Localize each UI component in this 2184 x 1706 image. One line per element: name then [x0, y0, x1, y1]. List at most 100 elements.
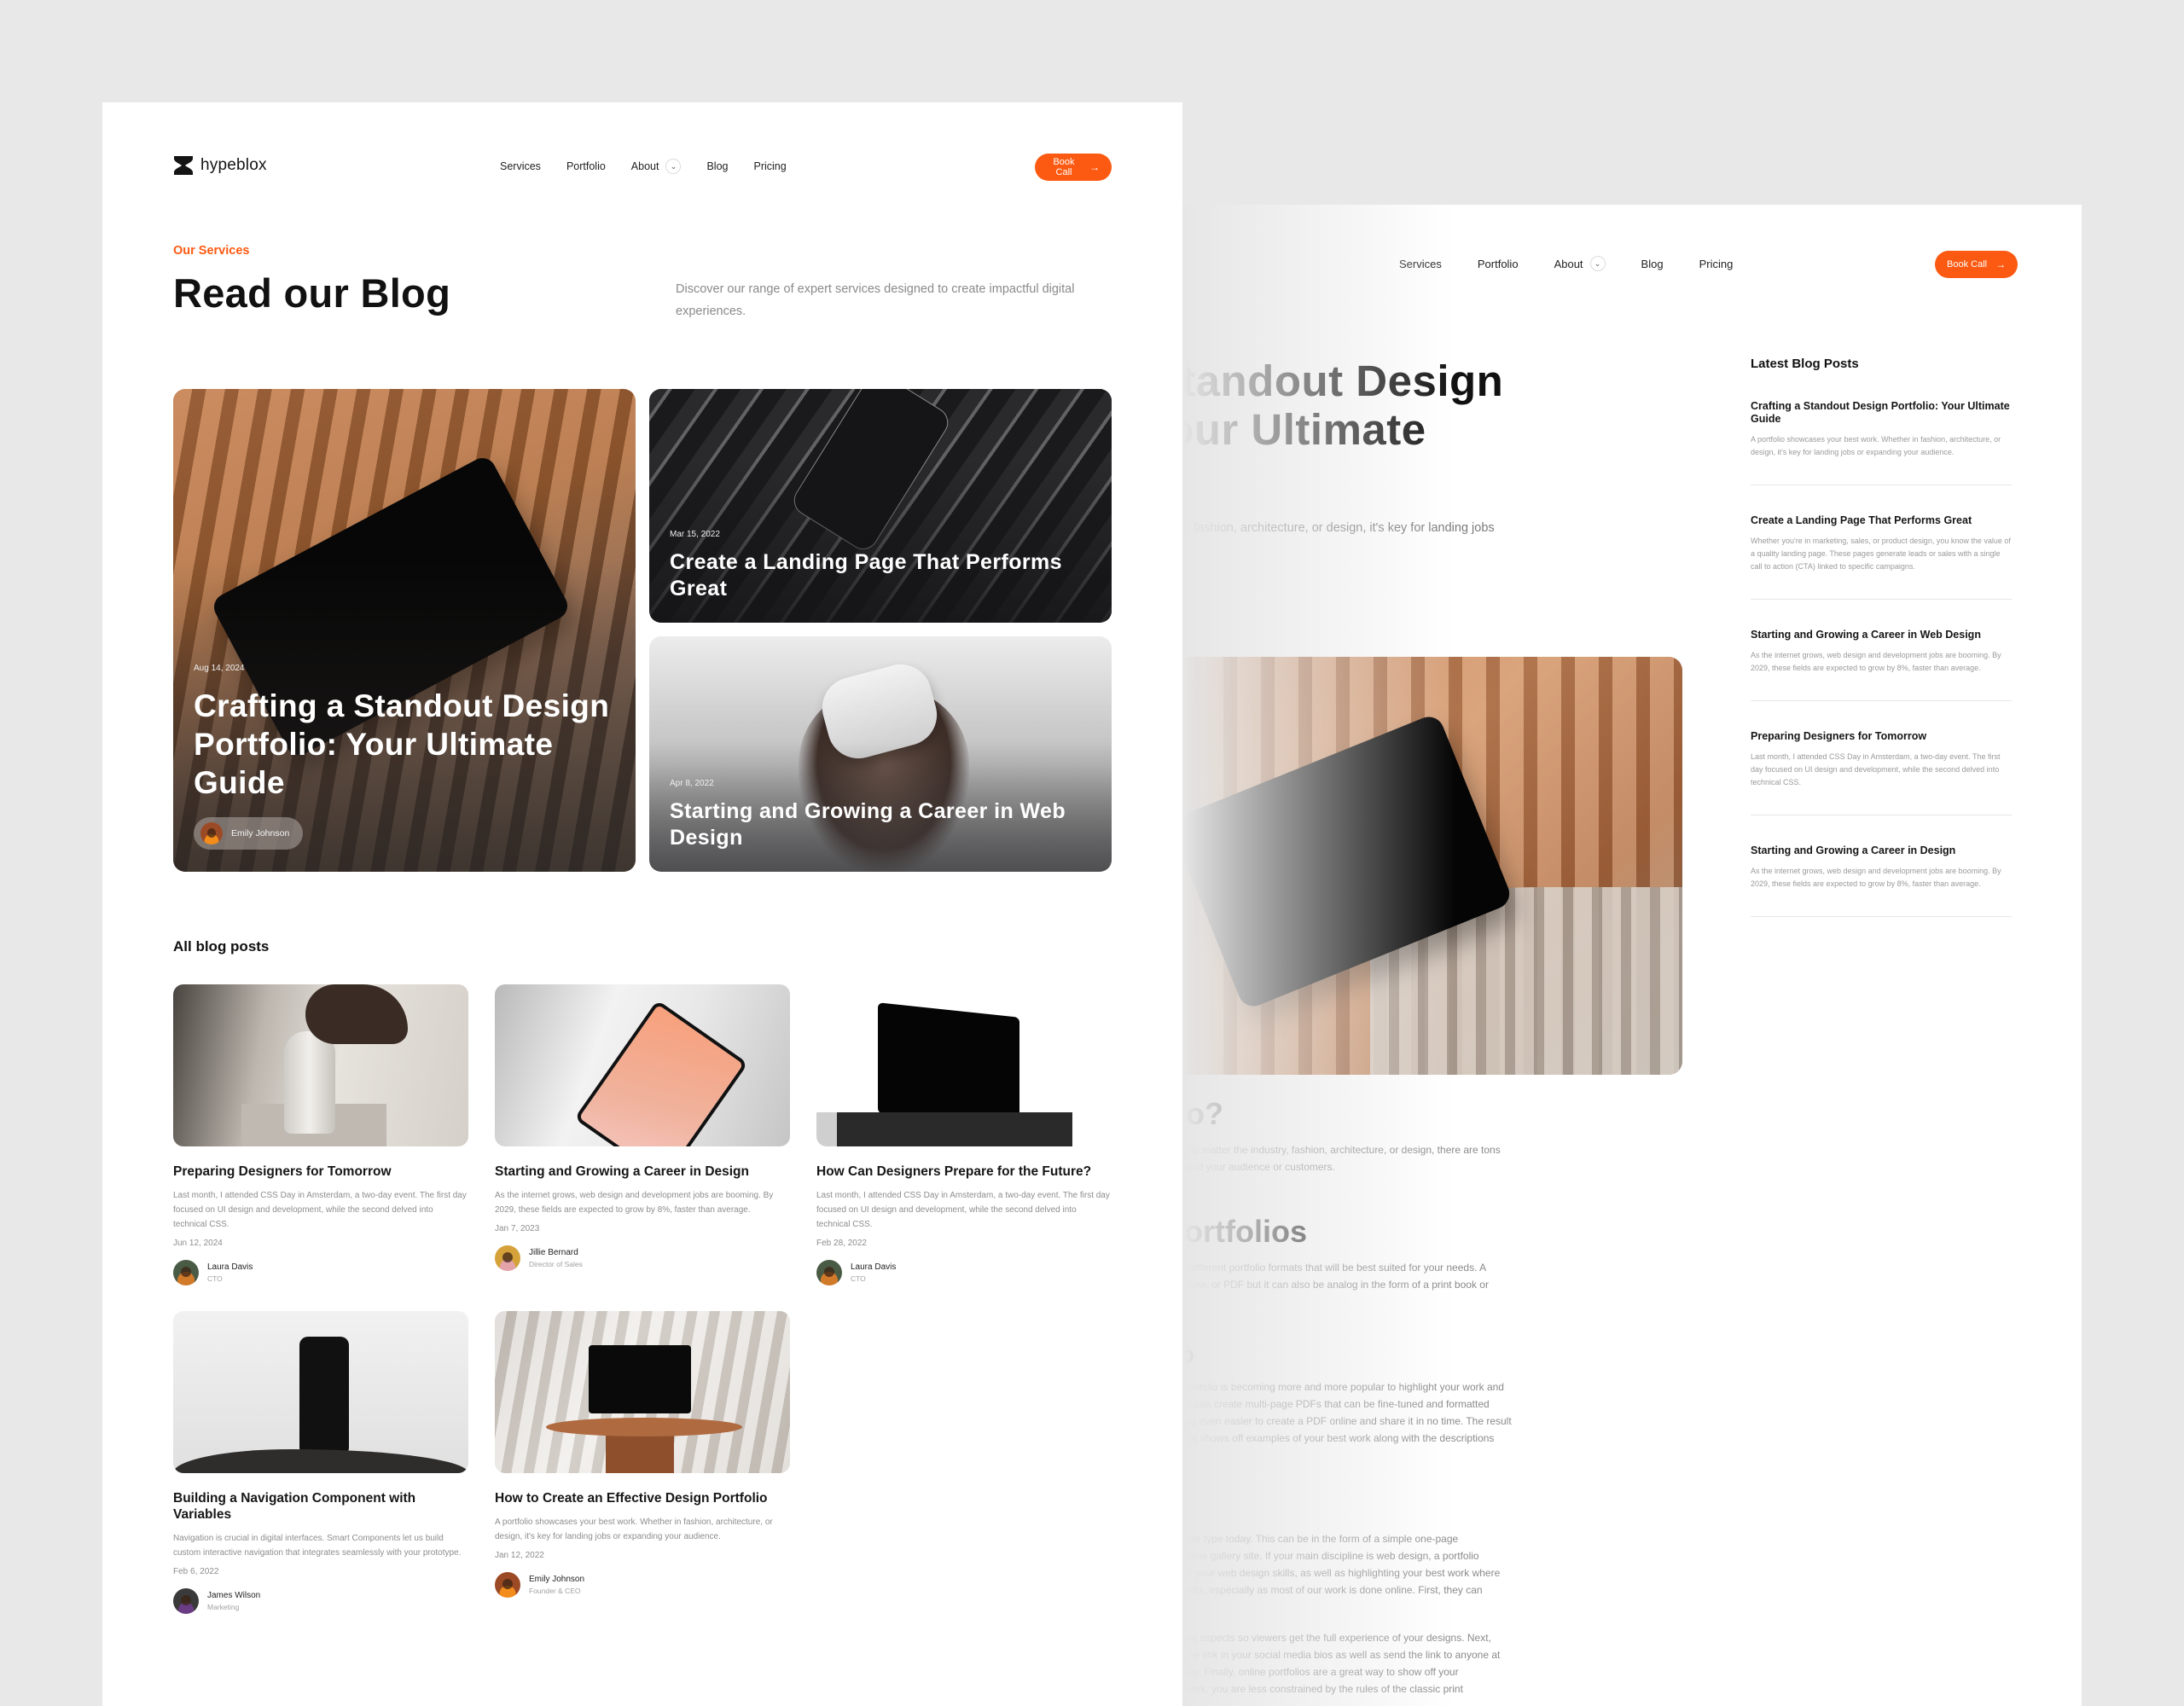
post-card[interactable]: How to Create an Effective Design Portfo… [495, 1311, 790, 1614]
laptop [589, 1345, 691, 1413]
post-excerpt: Last month, I attended CSS Day in Amster… [816, 1191, 1110, 1229]
post-card[interactable]: Preparing Designers for Tomorrow Last mo… [173, 984, 468, 1285]
post-thumbnail [173, 1311, 468, 1473]
sidebar-post-title: Preparing Designers for Tomorrow [1751, 730, 1927, 742]
post-date: Jan 7, 2023 [495, 1224, 540, 1233]
sidebar-post[interactable]: Crafting a Standout Design Portfolio: Yo… [1751, 371, 2012, 485]
sidebar-post-desc: As the internet grows, web design and de… [1751, 867, 2001, 888]
nav-about-label: About [630, 160, 659, 172]
section-heading: n portfolio [1182, 1491, 1677, 1522]
sidebar-post-desc: Whether you're in marketing, sales, or p… [1751, 537, 2011, 571]
avatar [200, 822, 223, 844]
post-date: Aug 14, 2024 [194, 664, 245, 673]
avatar [495, 1245, 520, 1271]
article-section-types: of design portfolios of design work that… [1182, 1213, 1677, 1293]
post-date: Mar 15, 2022 [670, 530, 720, 539]
sidebar-post[interactable]: Starting and Growing a Career in Design … [1751, 815, 2012, 917]
avatar [495, 1572, 520, 1598]
post-card[interactable]: Starting and Growing a Career in Design … [495, 984, 790, 1285]
author-name: James Wilson [207, 1590, 261, 1600]
nav-about[interactable]: About ⌄ [1554, 256, 1606, 271]
site-header: hypeblox Services Portfolio About ⌄ Blog… [173, 152, 1112, 183]
author-name: Emily Johnson [231, 828, 290, 838]
author-role: Director of Sales [529, 1259, 583, 1268]
nav-services[interactable]: Services [500, 160, 541, 172]
tablet [574, 1000, 748, 1146]
article-page: Services Portfolio About ⌄ Blog Pricing … [1182, 205, 2082, 1706]
post-author: Jillie Bernard Director of Sales [495, 1245, 790, 1271]
section-heading: of design portfolios [1182, 1214, 1307, 1249]
post-date: Feb 28, 2022 [816, 1239, 867, 1248]
book-call-button[interactable]: Book Call → [1035, 154, 1112, 181]
avatar [173, 1588, 199, 1614]
nav-pricing[interactable]: Pricing [754, 160, 787, 172]
post-title: How to Create an Effective Design Portfo… [495, 1491, 768, 1506]
laptop [878, 1002, 1019, 1129]
table-leg [606, 1430, 674, 1473]
post-title: Crafting a Standout Design Portfolio: Yo… [194, 688, 610, 800]
article-title: ting a Standout Design folio: Your Ultim… [1182, 357, 1504, 454]
nav-about[interactable]: About ⌄ [631, 159, 682, 174]
featured-content: Aug 14, 2024 Crafting a Standout Design … [194, 664, 615, 850]
latest-posts-sidebar: Latest Blog Posts Crafting a Standout De… [1751, 357, 2012, 917]
post-card[interactable]: How Can Designers Prepare for the Future… [816, 984, 1112, 1285]
sidebar-post-title: Crafting a Standout Design Portfolio: Yo… [1751, 400, 2010, 425]
article-nav: Services Portfolio About ⌄ Blog Pricing [1399, 256, 1733, 271]
featured-content: Mar 15, 2022 Create a Landing Page That … [670, 530, 1091, 602]
author-name: Emily Johnson [529, 1574, 585, 1584]
sidebar-post[interactable]: Preparing Designers for Tomorrow Last mo… [1751, 701, 2012, 815]
article-header: ting a Standout Design folio: Your Ultim… [1182, 357, 1670, 560]
post-author: Laura Davis CTO [816, 1260, 1112, 1285]
section-body: d used to showcase your best work. No ma… [1182, 1144, 1501, 1173]
post-title: Starting and Growing a Career in Web Des… [670, 799, 1066, 850]
main-nav: Services Portfolio About ⌄ Blog Pricing [500, 159, 787, 174]
featured-post-web-design-career[interactable]: Apr 8, 2022 Starting and Growing a Caree… [649, 636, 1112, 872]
author-name: Jillie Bernard [529, 1247, 578, 1257]
article-lead: ses your best work. Whether in fashion, … [1182, 521, 1495, 535]
post-card[interactable]: Building a Navigation Component with Var… [173, 1311, 468, 1614]
post-title: How Can Designers Prepare for the Future… [816, 1164, 1092, 1179]
nav-pricing[interactable]: Pricing [1699, 258, 1734, 270]
avatar [816, 1260, 842, 1285]
post-author: Emily Johnson Founder & CEO [495, 1572, 790, 1598]
post-thumbnail [495, 1311, 790, 1473]
post-thumbnail [495, 984, 790, 1146]
sidebar-post[interactable]: Starting and Growing a Career in Web Des… [1751, 600, 2012, 701]
page-intro: Discover our range of expert services de… [676, 282, 1075, 318]
author-role: CTO [207, 1274, 223, 1283]
rock [173, 1449, 468, 1473]
article-section-pdf: design portfolio ic design, designing a … [1182, 1339, 1677, 1464]
nav-portfolio[interactable]: Portfolio [1478, 258, 1519, 270]
hand [305, 984, 408, 1044]
author-chip: Emily Johnson [194, 817, 304, 850]
chevron-down-icon: ⌄ [665, 159, 682, 174]
sidebar-post-title: Starting and Growing a Career in Web Des… [1751, 629, 1981, 641]
nav-blog[interactable]: Blog [706, 160, 728, 172]
arrow-right-icon: → [1995, 258, 2007, 270]
post-title: Starting and Growing a Career in Design [495, 1164, 749, 1179]
section-body: ic design, designing a PDF as your portf… [1182, 1381, 1512, 1444]
post-date: Apr 8, 2022 [670, 779, 714, 788]
post-title: Create a Landing Page That Performs Grea… [670, 550, 1062, 601]
nav-about-label: About [1554, 257, 1583, 270]
nav-blog[interactable]: Blog [1641, 258, 1664, 270]
section-eyebrow: Our Services [173, 244, 250, 258]
section-body: portfolios are probably the most popular… [1182, 1533, 1501, 1596]
logo-text: hypeblox [200, 156, 267, 174]
sidebar-title: Latest Blog Posts [1751, 357, 1859, 371]
chevron-down-icon: ⌄ [1589, 256, 1606, 271]
all-posts-heading: All blog posts [173, 938, 270, 955]
post-excerpt: Navigation is crucial in digital interfa… [173, 1534, 462, 1558]
featured-post-main[interactable]: Aug 14, 2024 Crafting a Standout Design … [173, 389, 636, 872]
post-author: Laura Davis CTO [173, 1260, 468, 1285]
book-call-button[interactable]: Book Call → [1935, 251, 2018, 278]
featured-post-landing-page[interactable]: Mar 15, 2022 Create a Landing Page That … [649, 389, 1112, 623]
logo[interactable]: hypeblox [173, 155, 267, 176]
nav-services[interactable]: Services [1399, 258, 1442, 270]
author-role: CTO [851, 1274, 866, 1283]
book-call-label: Book Call [1947, 259, 1988, 270]
nav-portfolio[interactable]: Portfolio [566, 160, 606, 172]
section-heading: is a portfolio? [1182, 1096, 1223, 1131]
sidebar-post-title: Starting and Growing a Career in Design [1751, 844, 1956, 856]
sidebar-post[interactable]: Create a Landing Page That Performs Grea… [1751, 485, 2012, 600]
